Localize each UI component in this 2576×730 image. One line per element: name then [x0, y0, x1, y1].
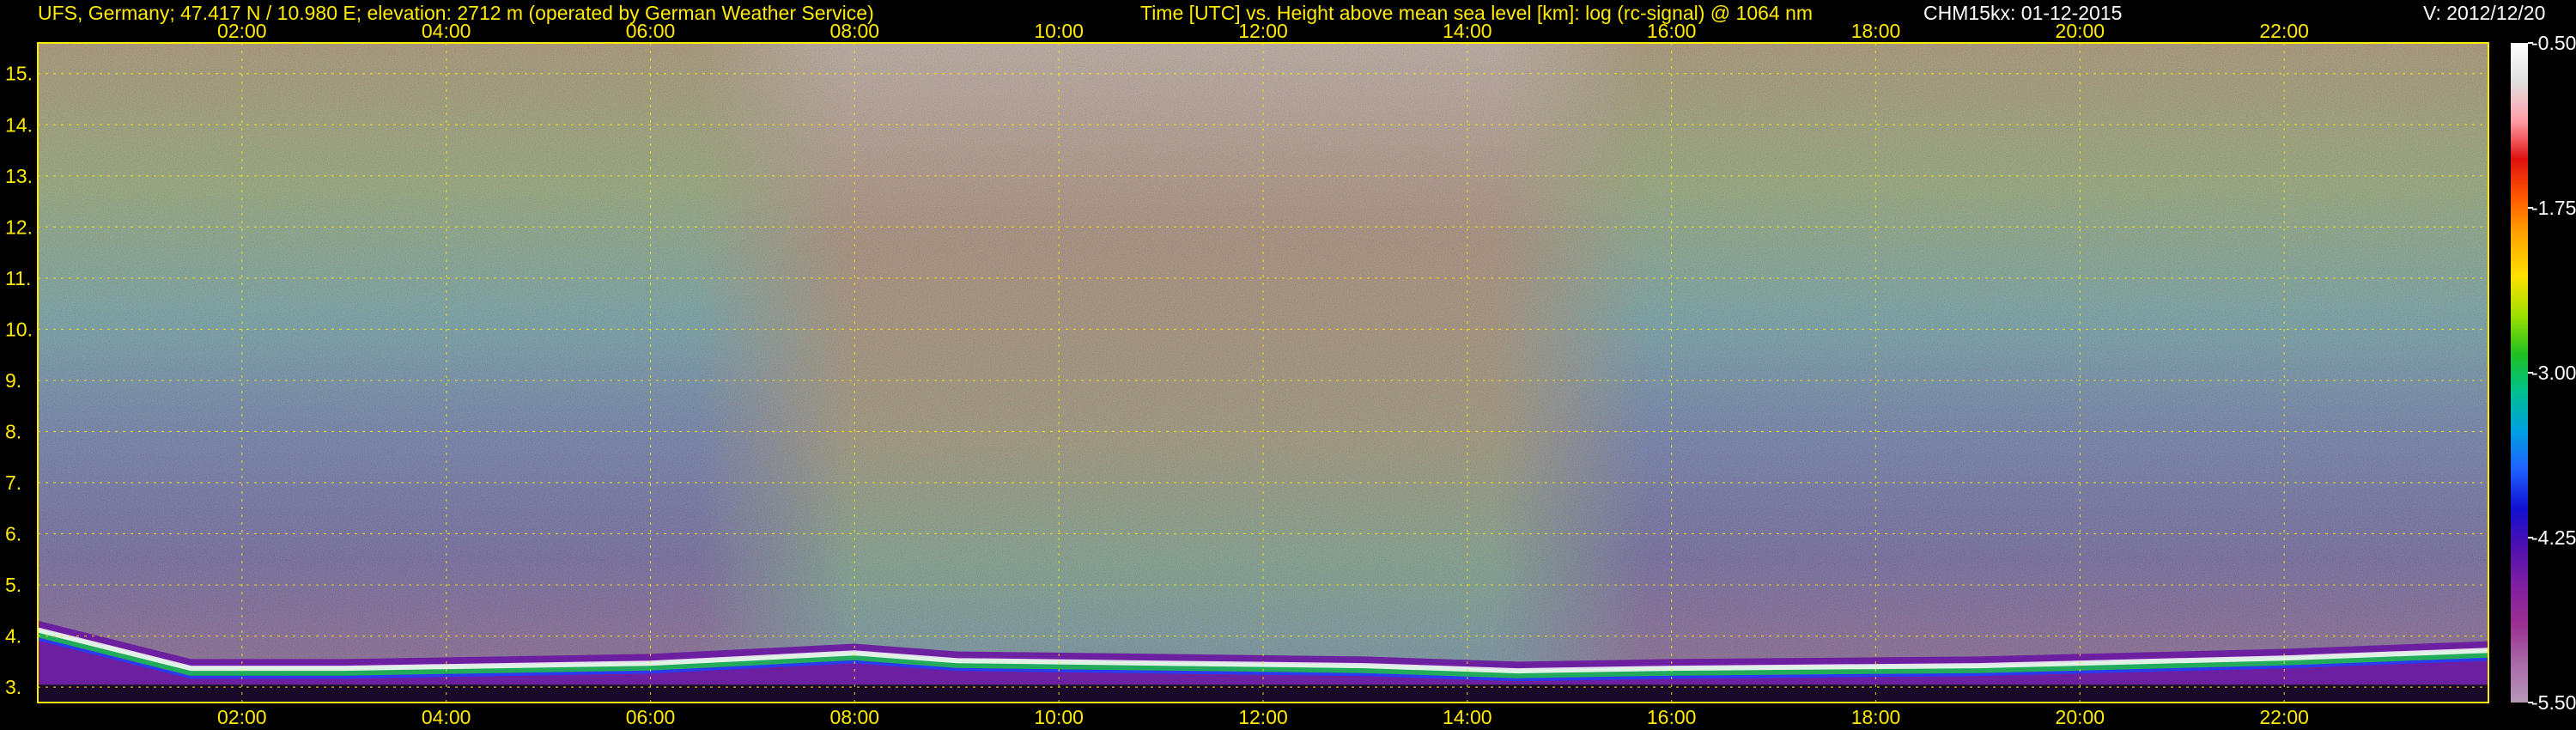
x-tick-label-top: 20:00 [2056, 20, 2105, 42]
x-tick-label-bottom: 18:00 [1851, 706, 1901, 728]
x-tick-label-top: 10:00 [1034, 20, 1084, 42]
x-tick-label-bottom: 14:00 [1443, 706, 1492, 728]
x-tick-label-bottom: 12:00 [1238, 706, 1288, 728]
x-tick-label-bottom: 04:00 [422, 706, 471, 728]
x-tick-label-top: 16:00 [1647, 20, 1697, 42]
x-tick-label-top: 12:00 [1238, 20, 1288, 42]
x-tick-label-top: 18:00 [1851, 20, 1901, 42]
y-tick-label: 12. [5, 216, 33, 238]
y-tick-label: 14. [5, 113, 33, 136]
x-tick-label-bottom: 16:00 [1647, 706, 1697, 728]
y-tick-label: 13. [5, 165, 33, 187]
x-tick-label-bottom: 22:00 [2259, 706, 2309, 728]
signal-noise [38, 43, 2488, 703]
x-tick-label-top: 22:00 [2259, 20, 2309, 42]
y-tick-label: 9. [5, 369, 21, 392]
y-tick-label: 15. [5, 63, 33, 85]
x-tick-label-top: 06:00 [626, 20, 676, 42]
y-tick-label: 4. [5, 625, 21, 648]
ceilometer-chart: 02:00 02:00 04:00 04:00 06:00 06:00 08:00 08:00… [5, 20, 2576, 728]
colorbar-label: -5.50 [2531, 691, 2576, 714]
x-tick-label-bottom: 02:00 [217, 706, 267, 728]
colorbar-label: -1.75 [2531, 197, 2576, 219]
x-tick-label-top: 02:00 [217, 20, 267, 42]
y-tick-label: 8. [5, 420, 21, 442]
x-tick-label-bottom: 20:00 [2056, 706, 2105, 728]
x-tick-label-top: 04:00 [422, 20, 471, 42]
y-tick-label: 3. [5, 676, 21, 698]
y-tick-label: 5. [5, 574, 21, 596]
y-tick-label: 11. [5, 267, 31, 289]
x-tick-label-bottom: 08:00 [830, 706, 880, 728]
colorbar-label: -4.25 [2531, 526, 2576, 549]
x-tick-label-bottom: 10:00 [1034, 706, 1084, 728]
x-tick-label-top: 08:00 [830, 20, 880, 42]
colorbar-label: -3.00 [2531, 362, 2576, 384]
y-tick-label: 10. [5, 318, 33, 340]
colorbar-label: -0.50 [2531, 32, 2576, 54]
x-tick-label-top: 14:00 [1443, 20, 1492, 42]
x-tick-label-bottom: 06:00 [626, 706, 676, 728]
y-tick-label: 6. [5, 523, 21, 545]
colorbar [2511, 43, 2528, 703]
y-tick-label: 7. [5, 471, 21, 494]
